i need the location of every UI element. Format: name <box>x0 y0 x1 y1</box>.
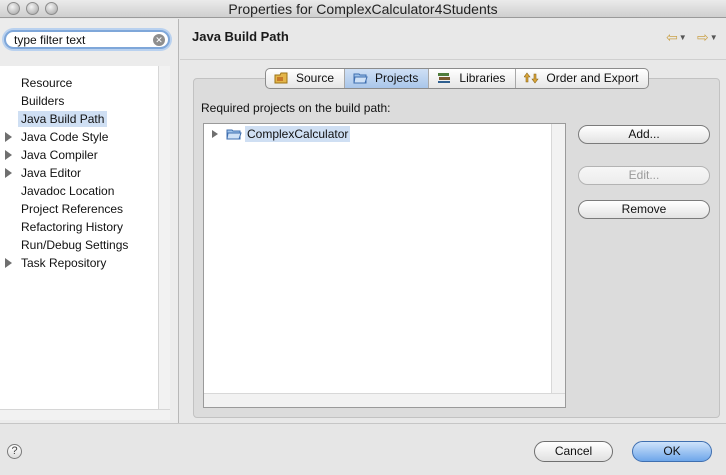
add-button[interactable]: Add... <box>578 125 710 144</box>
help-icon[interactable]: ? <box>7 444 22 459</box>
tab-label: Projects <box>375 71 419 85</box>
tab-projects[interactable]: Projects <box>345 69 430 88</box>
sidebar-item-label: Run/Debug Settings <box>21 238 129 252</box>
category-tree-vertical-scrollbar[interactable] <box>158 66 170 409</box>
sidebar-item-label: Project References <box>21 202 124 216</box>
expand-arrow-icon[interactable] <box>5 258 12 268</box>
tab-label: Libraries <box>459 71 506 85</box>
sidebar-item-label: Java Build Path <box>18 111 108 127</box>
ok-button[interactable]: OK <box>632 441 712 462</box>
sidebar-item-label: Refactoring History <box>21 220 124 234</box>
project-label: ComplexCalculator <box>245 126 351 142</box>
back-arrow-icon: ⇦ <box>666 29 678 45</box>
sidebar-item-label: Javadoc Location <box>21 184 115 198</box>
page-header: Java Build Path ⇦▼ ⇨▼ <box>180 19 726 51</box>
forward-button[interactable]: ⇨▼ <box>697 29 718 46</box>
header-divider <box>180 59 726 60</box>
tab-source[interactable]: Source <box>266 69 346 88</box>
back-button[interactable]: ⇦▼ <box>666 29 687 46</box>
tab-order-and-export[interactable]: Order and Export <box>516 69 648 88</box>
projects-folder-icon <box>353 73 368 84</box>
required-projects-list[interactable]: ComplexCalculator <box>203 123 566 408</box>
properties-category-pane: ✕ Resource Builders Java Build Path Java… <box>0 19 179 423</box>
tab-label: Source <box>296 71 335 85</box>
build-path-tabs: Source Projects Libraries Order and Expo… <box>265 68 650 89</box>
order-export-icon <box>524 72 540 84</box>
chevron-down-icon: ▼ <box>678 33 687 42</box>
tab-label: Order and Export <box>546 71 639 85</box>
expand-arrow-icon[interactable] <box>5 132 12 142</box>
tab-libraries[interactable]: Libraries <box>429 69 517 88</box>
remove-button[interactable]: Remove <box>578 200 710 219</box>
sidebar-item-label: Resource <box>21 76 73 90</box>
projects-list-vertical-scrollbar[interactable] <box>551 124 565 407</box>
dialog-button-bar: ? Cancel OK <box>0 423 726 475</box>
window-title: Properties for ComplexCalculator4Student… <box>228 1 498 17</box>
forward-arrow-icon: ⇨ <box>697 29 709 45</box>
edit-button[interactable]: Edit... <box>578 166 710 185</box>
libraries-icon <box>438 73 451 83</box>
category-tree: Resource Builders Java Build Path Java C… <box>0 66 158 409</box>
filter-input[interactable] <box>14 33 148 47</box>
required-projects-label: Required projects on the build path: <box>201 101 391 115</box>
clear-filter-icon[interactable]: ✕ <box>153 34 165 46</box>
page-title: Java Build Path <box>192 29 289 44</box>
sidebar-item-label: Task Repository <box>21 256 107 270</box>
project-folder-icon <box>226 129 242 140</box>
category-tree-horizontal-scrollbar[interactable] <box>0 409 170 420</box>
expand-arrow-icon[interactable] <box>5 168 12 178</box>
sidebar-item-label: Java Code Style <box>21 130 109 144</box>
expand-arrow-icon[interactable] <box>5 150 12 160</box>
title-bar: Properties for ComplexCalculator4Student… <box>0 0 726 18</box>
filter-field[interactable]: ✕ <box>4 30 170 49</box>
sidebar-item-label: Java Editor <box>21 166 82 180</box>
chevron-down-icon: ▼ <box>709 33 718 42</box>
source-folder-icon <box>274 72 288 84</box>
property-page: Java Build Path ⇦▼ ⇨▼ Source Projects Li… <box>180 19 726 423</box>
expand-arrow-icon[interactable] <box>212 130 218 138</box>
projects-list-horizontal-scrollbar[interactable] <box>204 393 565 407</box>
cancel-button[interactable]: Cancel <box>534 441 613 462</box>
sidebar-item-label: Java Compiler <box>21 148 98 162</box>
sidebar-item-label: Builders <box>21 94 65 108</box>
